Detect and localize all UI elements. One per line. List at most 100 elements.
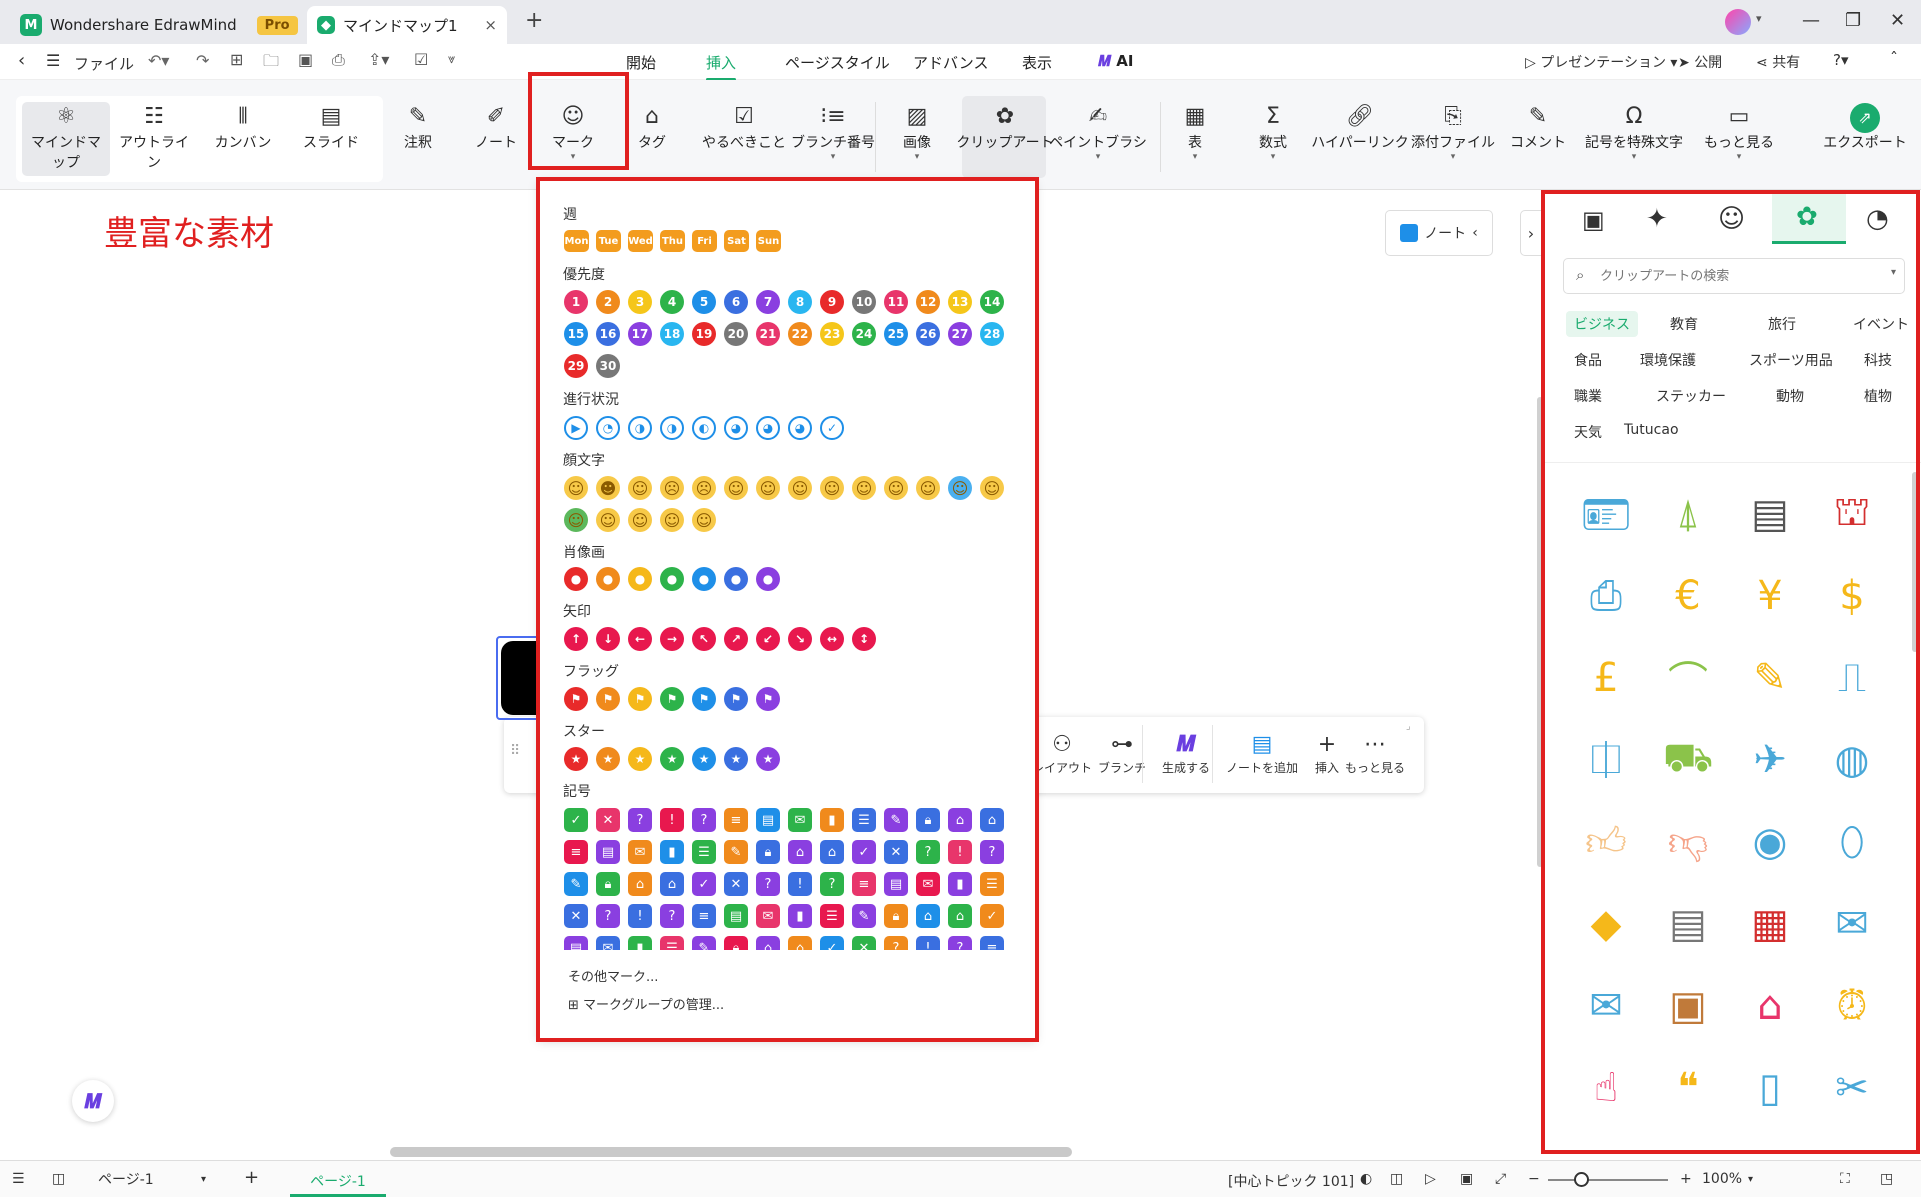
back-icon[interactable]: ‹ bbox=[18, 50, 25, 71]
add-note-icon: ▤ bbox=[1251, 732, 1273, 757]
fit-page-icon[interactable]: ▣ bbox=[1460, 1171, 1473, 1187]
tool-todo-label: やるべきこと bbox=[702, 135, 786, 151]
central-topic[interactable] bbox=[501, 641, 541, 715]
app-name: Wondershare EdrawMind bbox=[50, 16, 237, 34]
page-tab[interactable]: ページ-1 bbox=[290, 1161, 386, 1197]
share-label: 共有 bbox=[1772, 55, 1801, 71]
export-quick-icon[interactable]: ⇪▾ bbox=[368, 50, 389, 69]
avatar[interactable] bbox=[1725, 9, 1751, 35]
ribbon: ⚛ マインドマップ ☷ アウトライン ⫴ カンバン ▤ スライド ✎ 注釈 ✐ ノート ☺ マ… bbox=[0, 72, 1921, 190]
fullscreen-icon[interactable]: ⛶ bbox=[1840, 1171, 1850, 1187]
restore-icon[interactable]: ❐ bbox=[1845, 10, 1861, 31]
menu-insert[interactable]: 挿入 bbox=[706, 52, 737, 81]
float-layout[interactable]: ⚇ レイアウト bbox=[1032, 731, 1092, 776]
undo-icon[interactable]: ↶▾ bbox=[148, 51, 169, 70]
menu-ai-label: AI bbox=[1116, 52, 1134, 70]
fit-screen-icon[interactable]: ⤢ bbox=[1495, 1171, 1506, 1187]
zoom-out-icon[interactable]: − bbox=[1528, 1171, 1540, 1187]
add-page-icon[interactable]: + bbox=[244, 1167, 259, 1188]
new-tab-button[interactable]: + bbox=[525, 8, 543, 33]
panel-collapse-button[interactable]: › bbox=[1520, 210, 1542, 256]
share-button[interactable]: ⋖ 共有 bbox=[1756, 52, 1800, 72]
tool-numbering[interactable]: ⁝≡ ブランチ番号 ▾ bbox=[783, 102, 883, 162]
page-select[interactable]: ページ-1 ▾ bbox=[90, 1166, 214, 1192]
save-icon[interactable]: ▣ bbox=[298, 50, 313, 69]
hamburger-icon[interactable]: ☰ bbox=[46, 51, 60, 70]
export-button[interactable]: ⇗ エクスポート bbox=[1815, 102, 1915, 152]
zoom-chevron-icon[interactable]: ▾ bbox=[1748, 1174, 1753, 1185]
tool-annotation[interactable]: ✎ 注釈 bbox=[378, 102, 458, 152]
drag-handle-icon[interactable]: ⠿ bbox=[510, 743, 520, 759]
mode-kanban[interactable]: ⫴ カンバン bbox=[203, 102, 283, 152]
tool-clipart[interactable]: ✿ クリップアート bbox=[955, 102, 1055, 152]
tool-note[interactable]: ✐ ノート bbox=[456, 102, 536, 152]
menu-home[interactable]: 開始 bbox=[626, 52, 656, 73]
open-folder-icon[interactable]: 🗀 bbox=[263, 50, 279, 77]
zoom-slider[interactable] bbox=[1548, 1179, 1668, 1181]
float-separator bbox=[1142, 725, 1143, 783]
print-icon[interactable]: ⎙ bbox=[332, 50, 345, 70]
outline-icon: ☷ bbox=[144, 104, 164, 129]
file-menu[interactable]: ファイル bbox=[74, 53, 134, 74]
avatar-chevron-icon[interactable]: ▾ bbox=[1756, 12, 1762, 25]
tool-table-label: 表 bbox=[1188, 135, 1202, 151]
close-tab-icon[interactable]: × bbox=[484, 16, 497, 34]
float-add-note[interactable]: ▤ ノートを追加 bbox=[1219, 731, 1305, 776]
document-tab[interactable]: ◆ マインドマップ1 × bbox=[307, 6, 507, 44]
float-more-label: もっと見る bbox=[1344, 761, 1405, 775]
collapse-ribbon-icon[interactable]: ˆ bbox=[1890, 49, 1898, 68]
note-panel-button[interactable]: ノート ‹ bbox=[1385, 210, 1493, 256]
tool-image-label: 画像 bbox=[903, 135, 931, 151]
menu-view[interactable]: 表示 bbox=[1022, 52, 1052, 73]
redo-icon[interactable]: ↷ bbox=[196, 51, 209, 70]
horizontal-scrollbar[interactable] bbox=[390, 1147, 1072, 1157]
zoom-in-icon[interactable]: + bbox=[1680, 1171, 1692, 1187]
mode-slide[interactable]: ▤ スライド bbox=[291, 102, 371, 152]
tool-symbol[interactable]: Ω 記号を特殊文字 ▾ bbox=[1582, 102, 1686, 162]
ribbon-separator bbox=[875, 102, 876, 172]
tool-more[interactable]: ▭ もっと見る ▾ bbox=[1691, 102, 1787, 162]
page-tab-label: ページ-1 bbox=[310, 1174, 366, 1190]
ai-assistant-button[interactable]: 𝑴 bbox=[72, 1080, 114, 1122]
zoom-level[interactable]: 100% bbox=[1702, 1171, 1742, 1187]
mode-outline[interactable]: ☷ アウトライン bbox=[114, 102, 194, 172]
tool-attachment[interactable]: ⎘ 添付ファイル ▾ bbox=[1403, 102, 1503, 162]
status-bar: ☰ ◫ ページ-1 ▾ + ページ-1 [中心トピック 101] ◐ ◫ ▷ ▣ … bbox=[0, 1160, 1921, 1197]
tool-tag[interactable]: ⌂ タグ bbox=[612, 102, 692, 152]
tool-comment[interactable]: ✎ コメント bbox=[1498, 102, 1578, 152]
customize-icon[interactable]: ⩔ bbox=[448, 52, 455, 67]
minimize-icon[interactable]: — bbox=[1802, 10, 1820, 31]
float-more[interactable]: ⋯ もっと見る bbox=[1340, 731, 1410, 776]
pin-icon[interactable]: ⌟ bbox=[1406, 721, 1411, 732]
app-tab[interactable]: M Wondershare EdrawMind Pro bbox=[10, 6, 308, 44]
play-icon[interactable]: ▷ bbox=[1425, 1171, 1436, 1187]
checkbox-icon[interactable]: ☑ bbox=[414, 50, 428, 69]
presentation-button[interactable]: ▷ プレゼンテーション ▾ bbox=[1525, 52, 1677, 72]
comment-icon: ✎ bbox=[1528, 104, 1548, 129]
tool-formula[interactable]: Σ 数式 ▾ bbox=[1233, 102, 1313, 162]
tool-table[interactable]: ▦ 表 ▾ bbox=[1155, 102, 1235, 162]
panel-toggle-icon[interactable]: ◫ bbox=[52, 1171, 65, 1187]
menu-page-style[interactable]: ページスタイル bbox=[785, 52, 890, 73]
tool-brush[interactable]: ✍ ペイントブラシ ▾ bbox=[1048, 102, 1148, 162]
page-list-icon[interactable]: ☰ bbox=[12, 1171, 25, 1187]
tool-todo[interactable]: ☑ やるべきこと bbox=[694, 102, 794, 152]
tool-clipart-label: クリップアート bbox=[956, 135, 1054, 151]
menu-advanced[interactable]: アドバンス bbox=[913, 52, 988, 73]
title-bar: M Wondershare EdrawMind Pro ◆ マインドマップ1 ×… bbox=[0, 0, 1921, 44]
tool-attachment-label: 添付ファイル bbox=[1411, 135, 1495, 151]
publish-button[interactable]: ➤ 公開 bbox=[1678, 52, 1722, 72]
tool-hyperlink[interactable]: 🔗︎ ハイパーリンク bbox=[1310, 102, 1410, 152]
window-close-icon[interactable]: ✕ bbox=[1890, 10, 1905, 31]
zoom-slider-handle[interactable] bbox=[1574, 1172, 1589, 1187]
tool-image[interactable]: ▨ 画像 ▾ bbox=[877, 102, 957, 162]
book-view-icon[interactable]: ◫ bbox=[1390, 1171, 1403, 1187]
window-mode-icon[interactable]: ◳ bbox=[1880, 1171, 1893, 1187]
mode-mindmap[interactable]: ⚛ マインドマップ bbox=[26, 102, 106, 172]
image-icon: ▨ bbox=[906, 104, 928, 129]
menu-ai[interactable]: 𝑴 AI bbox=[1098, 52, 1134, 70]
theme-icon[interactable]: ◐ bbox=[1360, 1171, 1372, 1187]
help-icon[interactable]: ?▾ bbox=[1833, 51, 1849, 69]
document-tab-title: マインドマップ1 bbox=[343, 16, 458, 35]
new-file-icon[interactable]: ⊞ bbox=[230, 50, 243, 69]
